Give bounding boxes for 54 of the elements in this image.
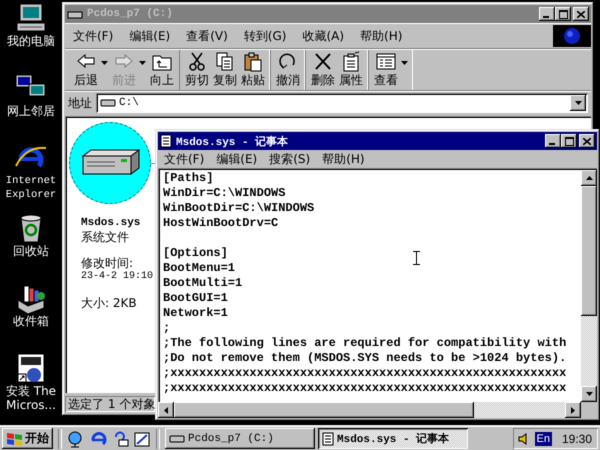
modified-label: 修改时间: (81, 256, 134, 270)
menu-item[interactable]: 文件(F) (65, 26, 122, 46)
text-line: [Paths] (163, 171, 214, 186)
text-line: ;Do not remove them (MSDOS.SYS needs to be >1024 bytes). (163, 351, 566, 366)
text-line: BootMenu=1 (163, 261, 236, 276)
text-line: HostWinBootDrv=C (163, 216, 278, 231)
menu-item[interactable]: 编辑(E) (121, 26, 178, 46)
icon-label: 收件箱 (12, 314, 50, 328)
file-type: 系统文件 (81, 230, 129, 244)
text-line: ;xxxxxxxxxxxxxxxxxxxxxxxxxxxxxxxxxxxxxxxxxxxxxxxxxxxxxxx (163, 366, 566, 381)
menu-item[interactable]: 文件(F) (158, 150, 210, 168)
menu-item[interactable]: 转到(G) (236, 26, 294, 46)
delete-button[interactable]: 删除 (309, 50, 337, 90)
text-line: Network=1 (163, 306, 228, 321)
text-line: ;The following lines are required for compatibility with (163, 336, 566, 351)
undo-button[interactable]: 撤消 (274, 50, 302, 90)
taskbar-button[interactable]: Msdos.sys - 记事本 (318, 428, 468, 449)
icon-label: 回收站 (12, 244, 50, 258)
address-field[interactable]: C:\ (96, 93, 588, 113)
clock: 19:30 (562, 432, 592, 446)
text-line: ;xxxxxxxxxxxxxxxxxxxxxxxxxxxxxxxxxxxxxxxxxxxxxxxxxxxxxxx (163, 381, 566, 396)
language-indicator[interactable]: En (534, 432, 552, 446)
text-line: ; (163, 321, 170, 336)
properties-button[interactable]: 属性 (337, 50, 365, 90)
cut-button[interactable]: 剪切 (183, 50, 211, 90)
modified-date: 23-4-2 19:10 (81, 270, 154, 284)
file-name: Msdos.sys (81, 216, 140, 230)
back-button[interactable]: 后退 (72, 50, 110, 90)
text-line: BootGUI=1 (163, 291, 228, 306)
menu-item[interactable]: 帮助(H) (316, 150, 371, 168)
icon-label: 安装 The Micros... (4, 384, 58, 412)
text-line: WinBootDir=C:\WINDOWS (163, 201, 314, 216)
text-line: BootMulti=1 (163, 276, 242, 291)
window-title: Msdos.sys - 记事本 (176, 134, 290, 148)
menu-item[interactable]: 查看(V) (178, 26, 236, 46)
icon-label: 网上邻居 (6, 104, 56, 118)
paste-button[interactable]: 粘贴 (239, 50, 267, 90)
views-button[interactable]: 查看 (372, 50, 410, 90)
copy-button[interactable]: 复制 (211, 50, 239, 90)
icon-label: Internet Explorer (4, 174, 58, 202)
icon-label: 我的电脑 (6, 34, 56, 48)
menu-item[interactable]: 搜索(S) (263, 150, 316, 168)
menu-item[interactable]: 收藏(A) (294, 26, 352, 46)
window-title: Pcdos_p7 (C:) (87, 8, 174, 20)
file-size: 大小: 2KB (81, 296, 137, 310)
menu-item[interactable]: 编辑(E) (210, 150, 264, 168)
taskbar-button[interactable]: Pcdos_p7 (C:) (165, 428, 315, 449)
address-label: 地址 (68, 94, 92, 112)
up-button[interactable]: 向上 (148, 50, 176, 90)
menu-item[interactable]: 帮助(H) (352, 26, 410, 46)
text-line: [Options] (163, 246, 228, 261)
start-button[interactable]: 开始 (2, 428, 53, 449)
text-line: WinDir=C:\WINDOWS (163, 186, 286, 201)
status-text: 选定了 1 个对象 (65, 396, 155, 412)
